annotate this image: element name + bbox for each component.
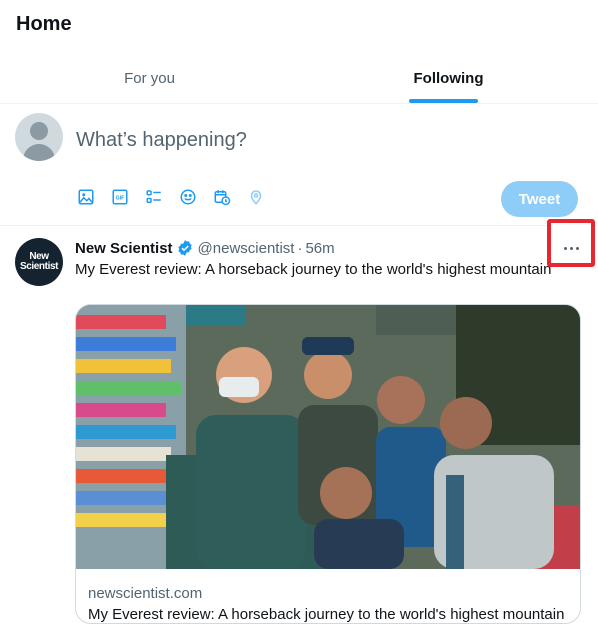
schedule-icon[interactable] [212, 187, 232, 207]
compose-toolbar: GIF [76, 187, 266, 211]
tab-for-you[interactable]: For you [0, 52, 299, 104]
image-icon[interactable] [76, 187, 96, 207]
author-name[interactable]: New Scientist [75, 240, 173, 257]
page-title: Home [16, 13, 72, 35]
location-icon[interactable] [246, 187, 266, 207]
card-domain: newscientist.com [88, 585, 203, 602]
tab-following[interactable]: Following [299, 52, 598, 104]
gif-icon[interactable]: GIF [110, 187, 130, 207]
more-dot [569, 246, 573, 250]
avatar-head-shape [30, 122, 48, 140]
more-dot [575, 246, 579, 250]
card-image [76, 305, 580, 569]
trekkers-photo [76, 305, 580, 569]
compose-box: GIF Tweet [0, 105, 598, 226]
tweet-header: New Scientist @newscientist · 56m [75, 238, 335, 258]
separator-dot: · [297, 239, 303, 257]
new-scientist-avatar[interactable]: New Scientist [15, 238, 63, 286]
user-avatar[interactable] [15, 113, 63, 161]
avatar-body-shape [23, 144, 55, 161]
link-card[interactable]: newscientist.com My Everest review: A ho… [75, 304, 581, 624]
more-options-icon[interactable] [556, 236, 586, 260]
avatar-text-line2: Scientist [19, 261, 59, 272]
active-tab-indicator [409, 99, 478, 103]
author-handle[interactable]: @newscientist [198, 240, 295, 257]
svg-text:GIF: GIF [116, 196, 126, 202]
tweet-item[interactable]: New Scientist New Scientist @newscientis… [0, 226, 598, 624]
more-dot [563, 246, 567, 250]
poll-icon[interactable] [144, 187, 164, 207]
verified-badge-icon [177, 240, 192, 256]
tweet-text: My Everest review: A horseback journey t… [75, 261, 552, 278]
timeline-header: Home For you Following [0, 0, 598, 104]
tweet-timestamp[interactable]: 56m [305, 240, 334, 257]
emoji-icon[interactable] [178, 187, 198, 207]
card-title: My Everest review: A horseback journey t… [88, 606, 565, 623]
tweet-button[interactable]: Tweet [501, 181, 578, 217]
compose-input[interactable] [76, 125, 576, 155]
